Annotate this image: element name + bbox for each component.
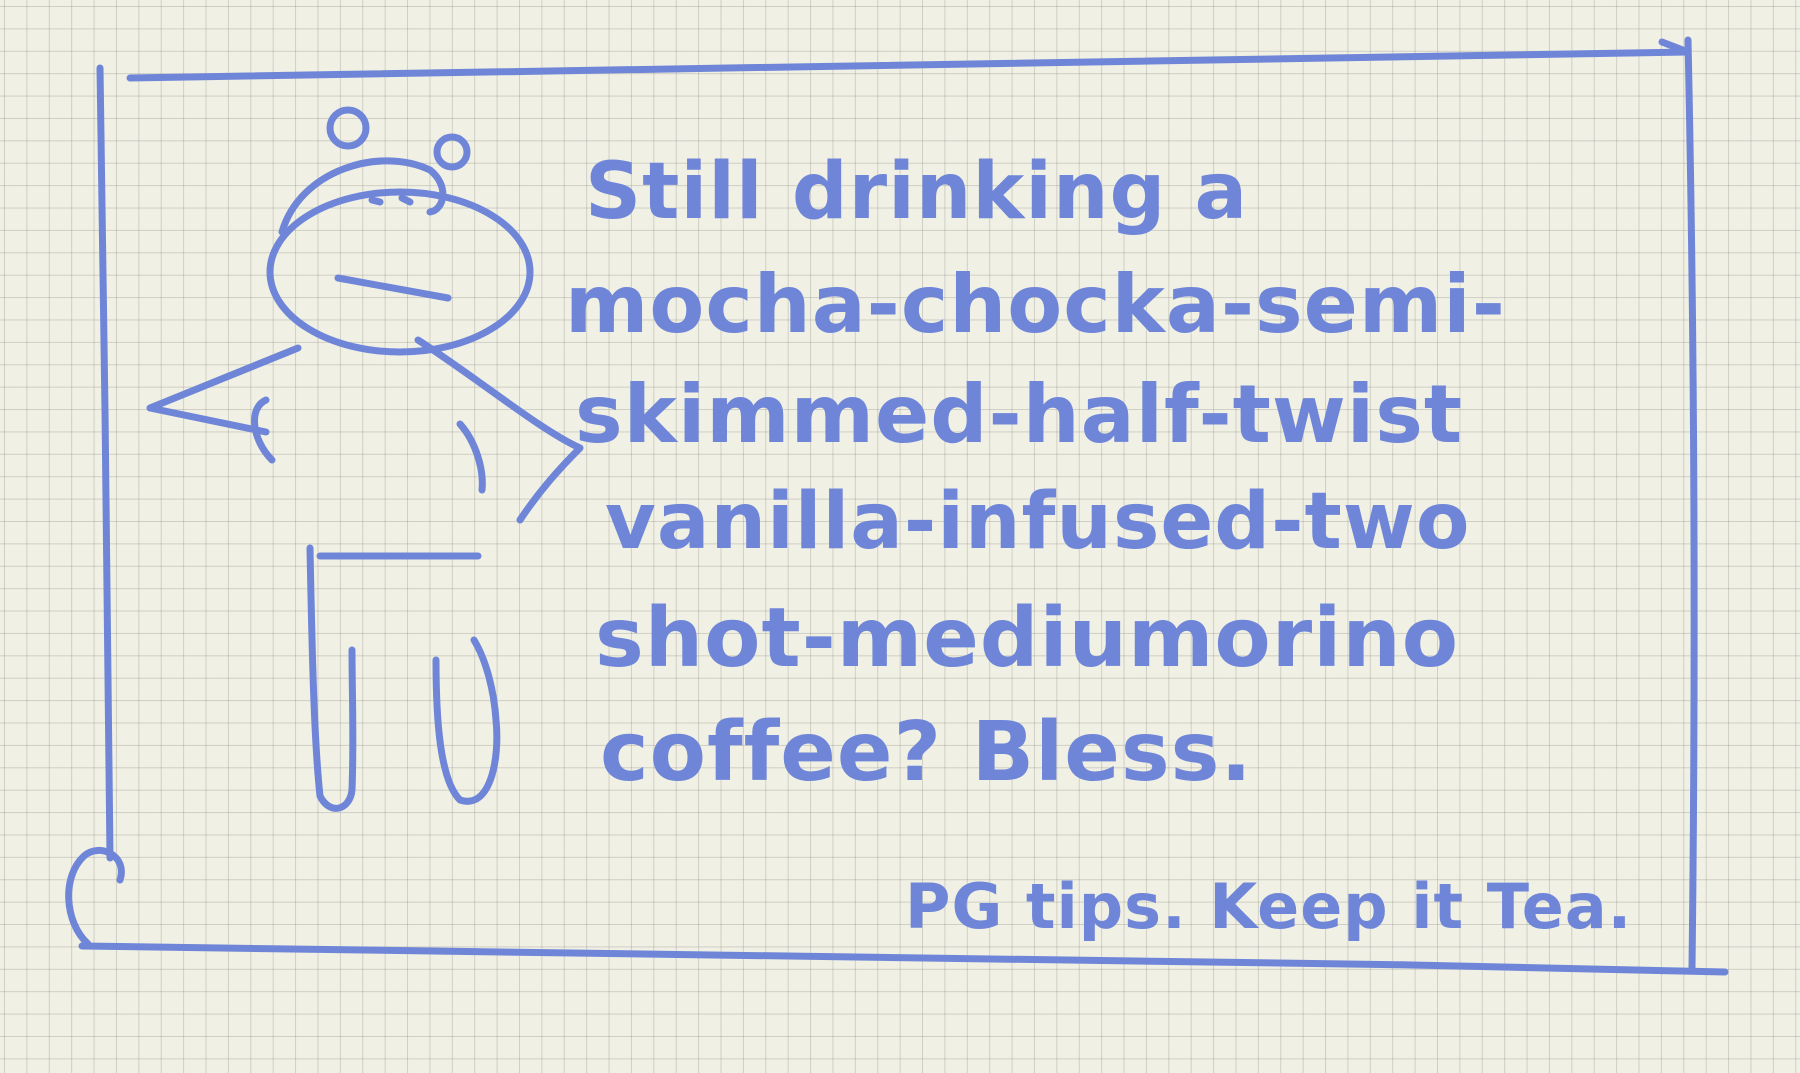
note-line-3: skimmed-half-twist (575, 368, 1463, 461)
right-leg (432, 636, 501, 805)
note-line-4: vanilla-infused-two (605, 477, 1470, 567)
mouth-line (334, 274, 452, 302)
right-arm (414, 336, 584, 524)
handwritten-note: Still drinking a mocha-chocka-semi- skim… (565, 147, 1632, 943)
left-arm (146, 344, 302, 436)
left-leg (306, 544, 357, 812)
note-line-5: shot-mediumorino (595, 591, 1459, 686)
right-hand (456, 420, 486, 494)
frame-right-edge (1684, 36, 1698, 972)
note-signoff: PG tips. Keep it Tea. (905, 870, 1632, 943)
hippo-figure-icon (146, 106, 584, 812)
note-line-2: mocha-chocka-semi- (565, 258, 1506, 351)
frame-left-edge (96, 64, 114, 862)
snout (266, 188, 534, 356)
eyes (368, 194, 414, 206)
note-line-1: Still drinking a (585, 147, 1248, 237)
right-ear (433, 133, 471, 171)
frame-bottom-left-curl (65, 847, 125, 948)
note-line-6: coffee? Bless. (600, 705, 1253, 800)
left-ear (326, 106, 370, 150)
frame-bottom-edge (78, 942, 1729, 976)
card-sketch: Still drinking a mocha-chocka-semi- skim… (65, 36, 1729, 976)
frame-top-edge (126, 48, 1692, 82)
